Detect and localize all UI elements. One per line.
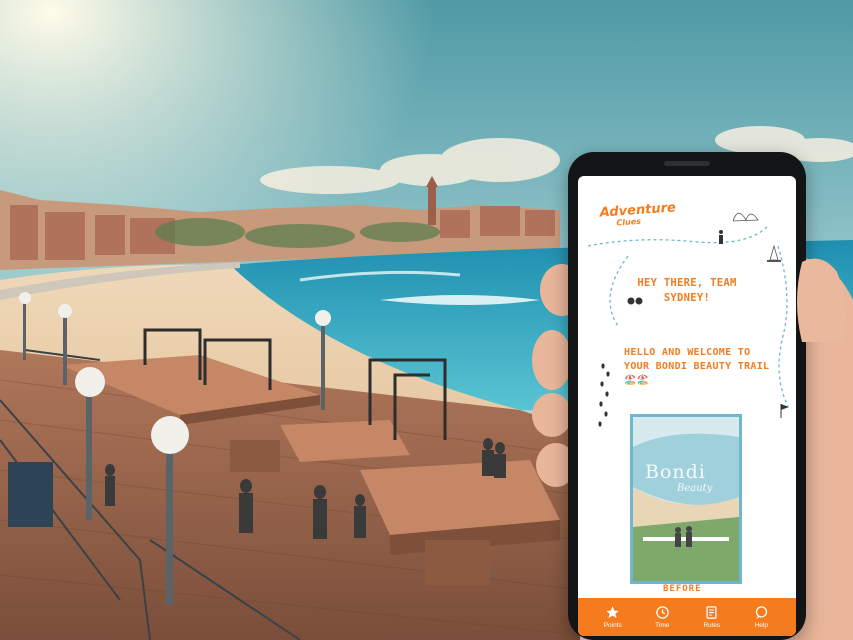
greeting-text: HEY THERE, TEAM SYDNEY! xyxy=(637,277,737,304)
bottom-tab-bar: Points Time Rules Help xyxy=(578,598,796,636)
thumb xyxy=(797,258,846,342)
tab-help[interactable]: Help xyxy=(742,605,780,629)
tab-time[interactable]: Time xyxy=(643,605,681,629)
opera-house-icon xyxy=(732,212,759,222)
star-icon xyxy=(606,606,619,619)
poster-illustration xyxy=(633,417,739,581)
tab-help-label: Help xyxy=(754,622,768,629)
clock-icon xyxy=(656,606,669,619)
before-section-heading: BEFORE xyxy=(663,584,702,594)
app-screen[interactable]: Adventure Clues HEY THERE, TEAM SYDNEY! … xyxy=(578,176,796,636)
poster-title: Bondi xyxy=(645,461,706,483)
tab-rules[interactable]: Rules xyxy=(693,605,731,629)
smartphone: Adventure Clues HEY THERE, TEAM SYDNEY! … xyxy=(568,152,806,640)
phone-speaker xyxy=(664,161,710,166)
welcome-text: HELLO AND WELCOME TO YOUR BONDI BEAUTY T… xyxy=(624,347,770,386)
tab-rules-label: Rules xyxy=(703,622,721,629)
bondi-beauty-poster: Bondi Beauty xyxy=(630,414,742,584)
surfer-icon xyxy=(719,230,723,244)
poster-subtitle: Beauty xyxy=(677,483,713,494)
tab-points-label: Points xyxy=(603,622,622,629)
rules-icon xyxy=(706,606,717,619)
tab-time-label: Time xyxy=(655,622,670,629)
tab-points[interactable]: Points xyxy=(594,605,632,629)
chat-help-icon xyxy=(755,606,767,619)
